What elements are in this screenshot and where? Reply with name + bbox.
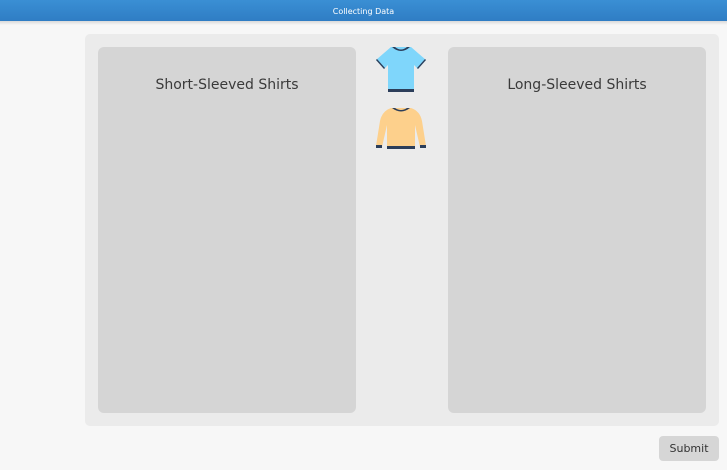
sorting-workspace: Short-Sleeved Shirts Long-Sleeved Shirts bbox=[85, 34, 719, 426]
long-sleeved-bin-label: Long-Sleeved Shirts bbox=[507, 77, 647, 93]
short-sleeved-bin[interactable]: Short-Sleeved Shirts bbox=[98, 47, 356, 413]
title-bar-shadow bbox=[0, 21, 727, 25]
long-sleeve-shirt-icon[interactable] bbox=[374, 105, 428, 151]
submit-button[interactable]: Submit bbox=[659, 436, 719, 461]
long-sleeved-bin[interactable]: Long-Sleeved Shirts bbox=[448, 47, 706, 413]
title-bar: Collecting Data bbox=[0, 0, 727, 25]
short-sleeve-shirt-icon[interactable] bbox=[374, 44, 428, 94]
window-title: Collecting Data bbox=[332, 7, 395, 16]
short-sleeved-bin-label: Short-Sleeved Shirts bbox=[155, 77, 299, 93]
